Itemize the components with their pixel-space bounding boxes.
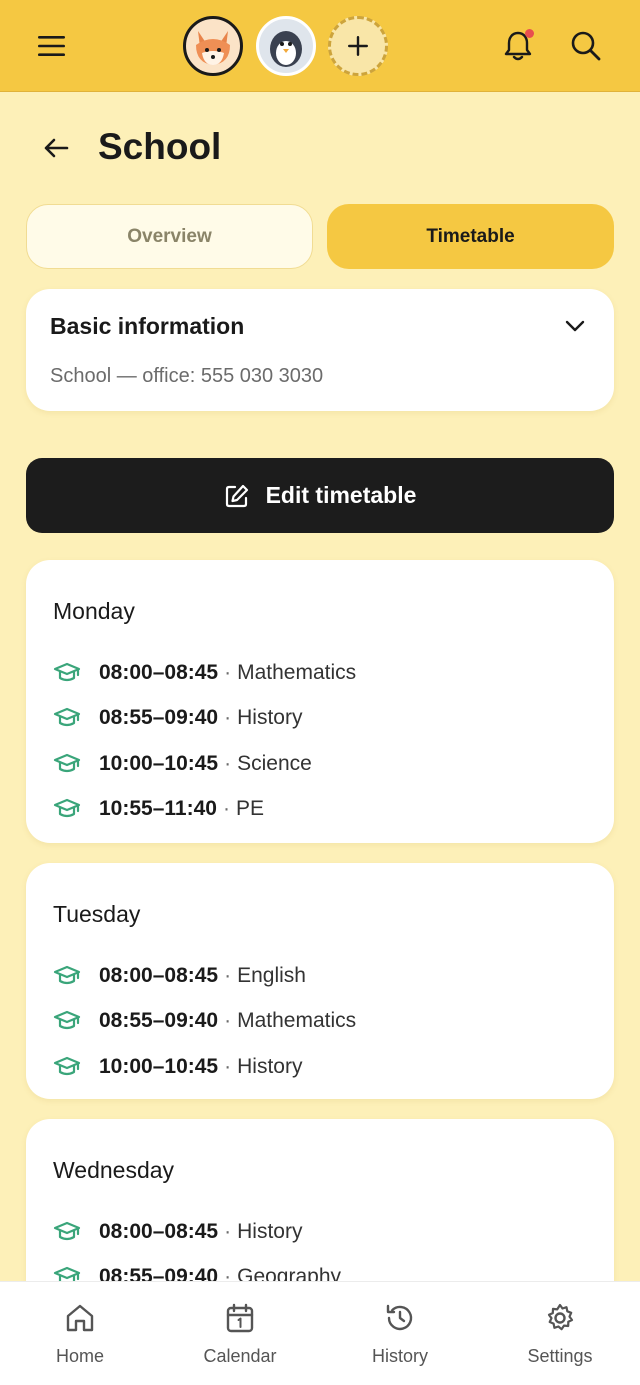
fox-icon	[196, 31, 230, 65]
separator: ·	[222, 797, 230, 821]
lesson-time: 08:55–09:40	[99, 706, 219, 730]
lesson-subject: History	[237, 706, 303, 730]
lesson-list: 08:00–08:45 · English 08:55–09:40 · Math…	[53, 953, 356, 1090]
lesson-subject: English	[237, 963, 306, 987]
add-member-button[interactable]	[328, 16, 388, 76]
lesson-subject: History	[237, 1054, 303, 1078]
lesson-subject: PE	[235, 797, 264, 821]
separator: ·	[224, 1054, 232, 1078]
tab-timetable[interactable]: Timetable	[327, 204, 614, 269]
nav-label: Home	[55, 1346, 104, 1366]
day-title: Tuesday	[53, 901, 141, 927]
day-title: Monday	[53, 598, 135, 624]
expand-button[interactable]	[560, 311, 590, 341]
graduation-cap-icon	[53, 965, 81, 987]
arrow-left-icon	[44, 138, 69, 158]
nav-label: Settings	[527, 1346, 593, 1366]
chevron-down-icon	[565, 320, 585, 332]
lesson-list: 08:00–08:45 · Mathematics 08:55–09:40 · …	[53, 650, 356, 832]
magnifier-icon	[571, 31, 601, 61]
bottom-navigation: Home Calendar History Settings	[0, 1281, 640, 1385]
day-title: Wednesday	[53, 1157, 175, 1183]
nav-item-home[interactable]: Home	[0, 1282, 160, 1385]
basic-info-subtitle: School — office: 555 030 3030	[50, 365, 324, 387]
house-icon	[62, 1300, 98, 1336]
graduation-cap-icon	[53, 753, 81, 775]
graduation-cap-icon	[53, 1010, 81, 1032]
pencil-square-icon	[225, 484, 248, 507]
lesson-item[interactable]: 08:00–08:45 · History	[53, 1209, 341, 1255]
lesson-item[interactable]: 08:00–08:45 · Mathematics	[53, 650, 356, 696]
tab-overview[interactable]: Overview	[26, 204, 313, 269]
back-button[interactable]	[36, 128, 76, 168]
lesson-subject: Mathematics	[237, 1009, 357, 1033]
nav-item-history[interactable]: History	[320, 1282, 480, 1385]
lesson-item[interactable]: 10:00–10:45 · History	[53, 1044, 356, 1090]
graduation-cap-icon	[53, 1056, 81, 1078]
lesson-time: 10:00–10:45	[99, 1054, 219, 1078]
day-card-tuesday: Tuesday 08:00–08:45 · English 08:55–09:4…	[26, 863, 614, 1099]
page-title: School	[98, 126, 222, 167]
lesson-time: 08:55–09:40	[99, 1009, 219, 1033]
gear-icon	[542, 1300, 578, 1336]
nav-item-settings[interactable]: Settings	[480, 1282, 640, 1385]
graduation-cap-icon	[53, 798, 81, 820]
lesson-item[interactable]: 08:55–09:40 · History	[53, 696, 356, 742]
lesson-time: 08:00–08:45	[99, 1219, 219, 1243]
plus-icon	[348, 36, 368, 56]
graduation-cap-icon	[53, 707, 81, 729]
lesson-time: 10:00–10:45	[99, 751, 219, 775]
lesson-item[interactable]: 10:55–11:40 · PE	[53, 787, 356, 833]
fox-avatar[interactable]	[183, 16, 243, 76]
penguin-icon	[270, 31, 302, 67]
clock-history-icon	[382, 1300, 418, 1336]
separator: ·	[224, 1009, 232, 1033]
edit-timetable-label: Edit timetable	[265, 482, 417, 508]
menu-button[interactable]	[30, 26, 74, 66]
top-app-bar	[0, 0, 640, 92]
separator: ·	[224, 660, 232, 684]
separator: ·	[224, 963, 232, 987]
day-card-monday: Monday 08:00–08:45 · Mathematics 08:55–0…	[26, 560, 614, 843]
penguin-avatar[interactable]	[256, 16, 316, 76]
separator: ·	[224, 751, 232, 775]
lesson-time: 08:00–08:45	[99, 963, 219, 987]
lesson-subject: Mathematics	[237, 660, 357, 684]
notification-dot	[525, 29, 534, 38]
basic-info-title: Basic information	[50, 313, 245, 339]
lesson-time: 10:55–11:40	[99, 797, 217, 821]
nav-item-calendar[interactable]: Calendar	[160, 1282, 320, 1385]
lesson-subject: History	[237, 1219, 303, 1243]
separator: ·	[224, 706, 232, 730]
lesson-subject: Science	[237, 751, 312, 775]
nav-label: History	[371, 1346, 428, 1366]
notifications-button[interactable]	[496, 24, 540, 68]
graduation-cap-icon	[53, 1221, 81, 1243]
lesson-item[interactable]: 08:00–08:45 · English	[53, 953, 356, 999]
hamburger-menu-icon	[38, 36, 65, 56]
separator: ·	[224, 1219, 232, 1243]
edit-timetable-button[interactable]: Edit timetable	[26, 458, 614, 533]
nav-label: Calendar	[203, 1346, 277, 1366]
graduation-cap-icon	[53, 662, 81, 684]
basic-info-card[interactable]: Basic information School — office: 555 0…	[26, 289, 614, 411]
lesson-item[interactable]: 08:55–09:40 · Mathematics	[53, 999, 356, 1045]
search-button[interactable]	[564, 24, 608, 68]
calendar-icon	[222, 1300, 258, 1336]
lesson-time: 08:00–08:45	[99, 660, 219, 684]
lesson-item[interactable]: 10:00–10:45 · Science	[53, 741, 356, 787]
